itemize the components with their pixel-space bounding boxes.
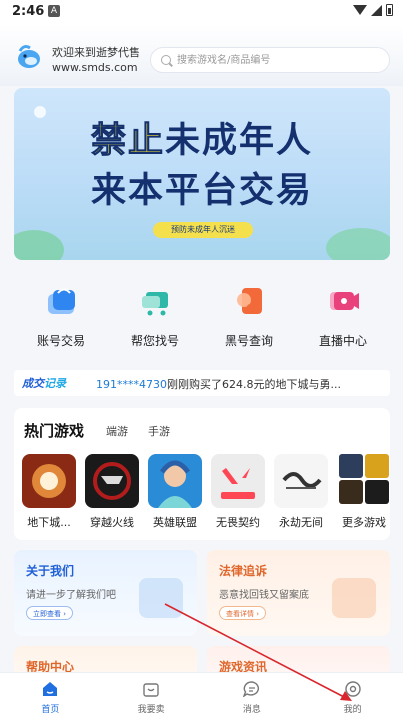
quick-label: 直播中心	[318, 334, 367, 348]
game-crossfire[interactable]: 穿越火线	[85, 454, 139, 534]
profile-icon	[344, 681, 361, 697]
quick-label: 帮您找号	[130, 334, 179, 348]
game-label: 无畏契约	[216, 516, 260, 529]
signal-icon	[371, 4, 382, 16]
tab-messages[interactable]: 消息	[202, 673, 303, 718]
banner-decoration	[14, 230, 64, 260]
tab-sell[interactable]: 我要卖	[101, 673, 202, 718]
banner-headline-2: 来本平台交易	[90, 171, 313, 211]
tab-label: 我的	[343, 705, 362, 715]
home-icon	[43, 682, 58, 696]
quick-blacklist-query[interactable]: 黑号查询	[202, 280, 296, 350]
banner-headline-rest: 未成年人	[165, 121, 314, 161]
game-dnf[interactable]: 地下城...	[22, 454, 76, 534]
tab-label: 我要卖	[137, 705, 165, 715]
tab-label: 消息	[242, 705, 261, 715]
tab-label: 首页	[41, 705, 60, 715]
naraka-game-icon	[274, 454, 328, 508]
anti-minor-banner[interactable]: 禁止未成年人 来本平台交易 预防未成年人沉迷	[14, 88, 390, 260]
more-games[interactable]: 更多游戏	[337, 454, 389, 534]
sell-bag-icon	[143, 683, 159, 697]
lol-game-icon	[148, 454, 202, 508]
header: 欢迎来到逝梦代售 www.smds.com	[0, 24, 403, 86]
search-doc-icon	[237, 288, 262, 314]
banner-pill: 预防未成年人沉迷	[153, 222, 253, 238]
game-list: 地下城... 穿越火线 英雄联盟 无畏契约 永劫无间 更多游戏	[22, 454, 389, 534]
site-url: www.smds.com	[52, 61, 138, 74]
game-label: 地下城...	[27, 516, 71, 529]
search-icon	[161, 55, 171, 65]
status-bar: 2:46 A	[0, 0, 403, 24]
message-icon	[242, 681, 259, 697]
search-bar[interactable]	[150, 47, 390, 73]
shield-illustration-icon	[139, 578, 183, 618]
status-icons	[353, 4, 393, 16]
quick-label: 账号交易	[36, 334, 85, 348]
ticker-text: 191****4730刚刚购买了624.8元的地下城与勇...	[96, 376, 386, 392]
dnf-game-icon	[22, 454, 76, 508]
dolphin-logo-icon	[18, 45, 40, 68]
promo-title: 关于我们	[26, 564, 75, 578]
more-games-label: 更多游戏	[342, 516, 386, 529]
crossfire-game-icon	[85, 454, 139, 508]
quick-live-center[interactable]: 直播中心	[296, 280, 390, 350]
hot-games-card: 热门游戏 端游 手游 地下城... 穿越火线 英雄联盟 无畏契约 永劫无间 更多…	[14, 408, 390, 540]
search-input[interactable]	[177, 48, 377, 72]
welcome-text: 欢迎来到逝梦代售	[52, 46, 140, 59]
hot-games-title: 热门游戏	[24, 422, 85, 440]
promo-subtitle: 恶意找回钱又留案底	[219, 590, 309, 601]
wifi-icon	[353, 5, 367, 15]
ticker-phone: 191****4730	[96, 378, 167, 391]
game-naraka[interactable]: 永劫无间	[274, 454, 328, 534]
ticker-message: 刚刚购买了624.8元的地下城与勇...	[167, 378, 341, 391]
game-lol[interactable]: 英雄联盟	[148, 454, 202, 534]
about-us-card[interactable]: 关于我们 请进一步了解我们吧 立即查看 ›	[14, 550, 197, 636]
legal-card[interactable]: 法律追诉 恶意找回钱又留案底 查看详情 ›	[207, 550, 390, 636]
tab-mobile-games[interactable]: 手游	[148, 423, 170, 439]
bag-icon	[48, 288, 75, 314]
banner-headline-1: 禁止未成年人	[14, 112, 390, 163]
video-icon	[330, 292, 359, 310]
promo-title: 法律追诉	[219, 564, 268, 578]
view-now-button[interactable]: 立即查看 ›	[26, 606, 74, 620]
banner-decoration	[326, 228, 390, 260]
view-details-button[interactable]: 查看详情 ›	[219, 606, 267, 620]
game-valorant[interactable]: 无畏契约	[211, 454, 265, 534]
valorant-game-icon	[211, 454, 265, 508]
promo-subtitle: 请进一步了解我们吧	[26, 590, 116, 601]
battery-icon	[386, 4, 393, 16]
game-label: 穿越火线	[90, 516, 134, 529]
ticker-badge-b: 记录	[44, 377, 66, 390]
bottom-tab-bar: 首页 我要卖 消息 我的	[0, 672, 403, 718]
game-label: 英雄联盟	[153, 516, 197, 529]
quick-account-trade[interactable]: 账号交易	[14, 280, 108, 350]
banner-highlight: 禁止	[90, 121, 165, 162]
tab-profile[interactable]: 我的	[302, 673, 403, 718]
tab-home[interactable]: 首页	[0, 673, 101, 718]
status-time: 2:46	[12, 4, 45, 19]
transaction-ticker[interactable]: 成交记录 191****4730刚刚购买了624.8元的地下城与勇...	[14, 370, 390, 396]
ticker-badge-a: 成交	[22, 377, 44, 390]
notification-icon: A	[48, 5, 60, 17]
ticker-badge: 成交记录	[22, 375, 66, 391]
card-illustration-icon	[332, 578, 376, 618]
more-games-grid-icon	[339, 454, 389, 504]
quick-actions: 账号交易 帮您找号 黑号查询 直播中心	[14, 280, 390, 350]
game-label: 永劫无间	[279, 516, 323, 529]
cart-icon	[142, 292, 168, 316]
quick-label: 黑号查询	[224, 334, 273, 348]
quick-find-account[interactable]: 帮您找号	[108, 280, 202, 350]
tab-pc-games[interactable]: 端游	[106, 423, 128, 439]
